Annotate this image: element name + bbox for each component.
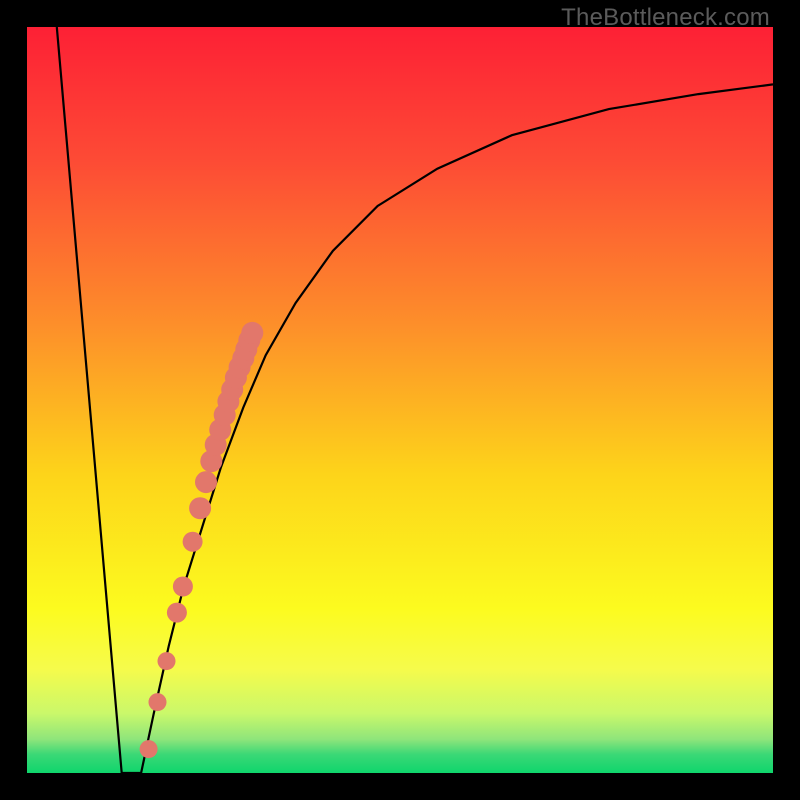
data-dot (241, 322, 263, 344)
data-dot (183, 532, 203, 552)
chart-svg (27, 27, 773, 773)
data-dot (173, 577, 193, 597)
gradient-background (27, 27, 773, 773)
data-dot (189, 497, 211, 519)
data-dot (140, 740, 158, 758)
data-dot (195, 471, 217, 493)
data-dot (149, 693, 167, 711)
data-dot (167, 603, 187, 623)
plot-area (27, 27, 773, 773)
chart-frame: TheBottleneck.com (0, 0, 800, 800)
data-dot (158, 652, 176, 670)
